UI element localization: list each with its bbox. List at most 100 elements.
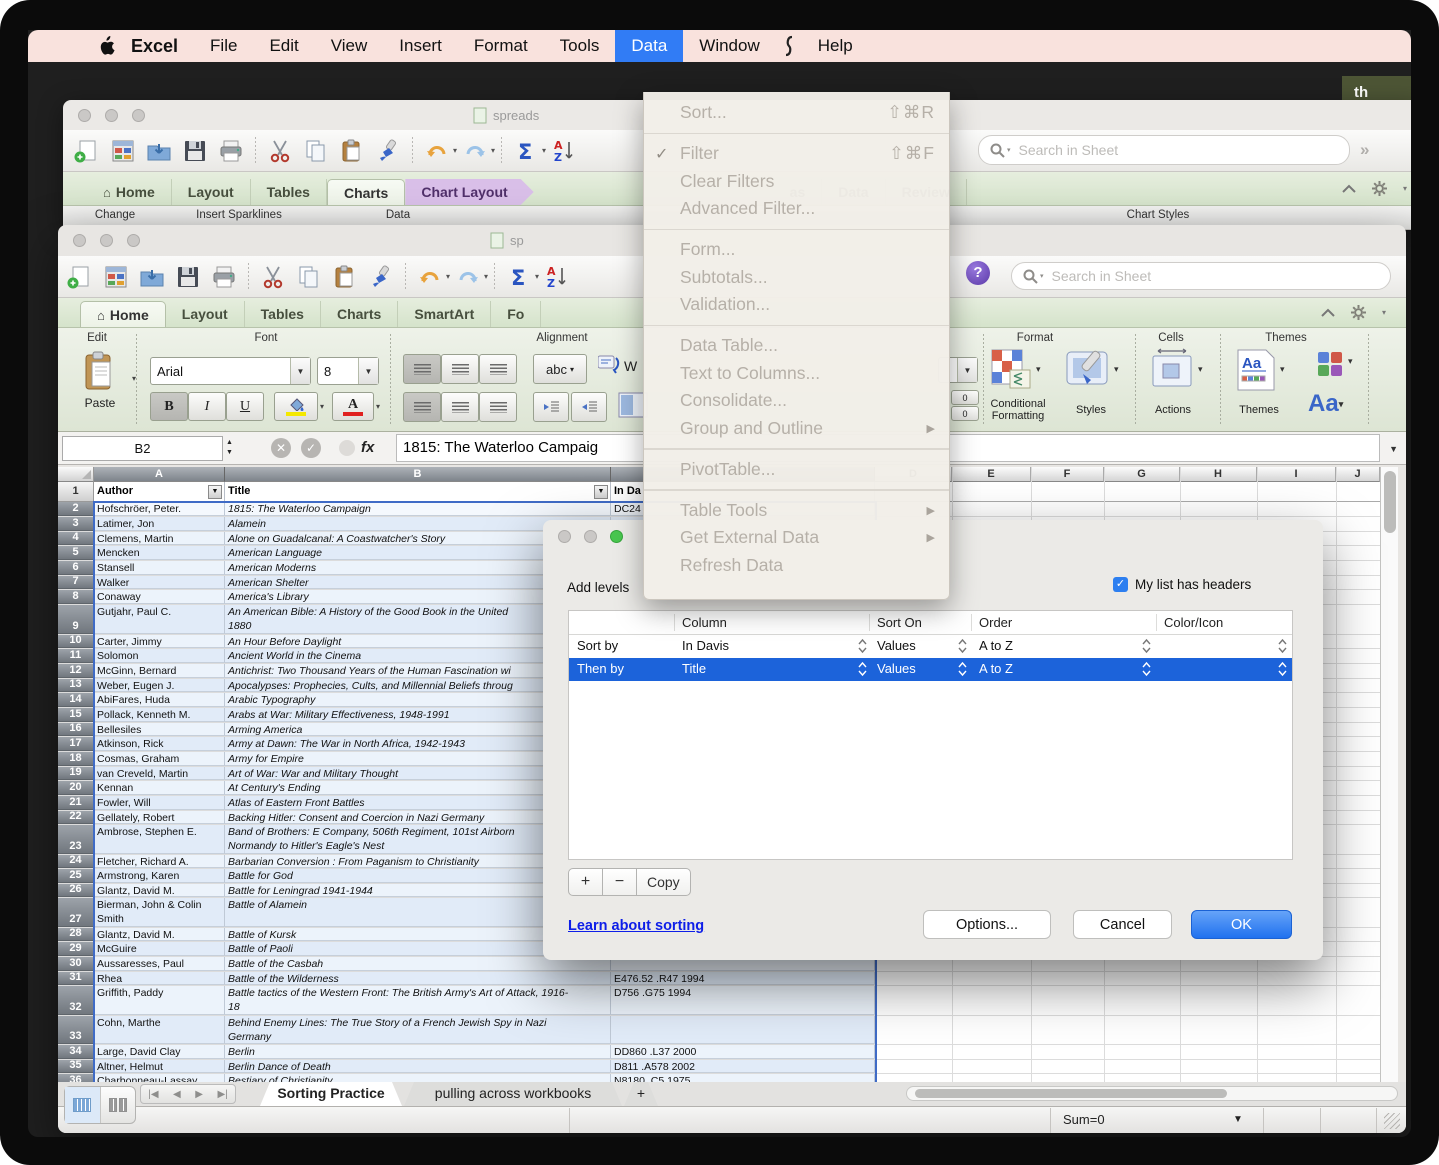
- sort-level-row[interactable]: Then byTitleValuesA to Z: [569, 658, 1292, 681]
- redo-icon[interactable]: [460, 136, 490, 166]
- cell-author[interactable]: Gutjahr, Paul C.: [94, 605, 225, 634]
- row-number[interactable]: 28: [58, 928, 94, 941]
- align-middle-button[interactable]: [441, 354, 479, 384]
- row-number[interactable]: 29: [58, 942, 94, 956]
- row-number[interactable]: 20: [58, 781, 94, 795]
- column-header-j[interactable]: J: [1336, 467, 1380, 482]
- order-select[interactable]: A to Z: [979, 638, 1013, 653]
- status-sum-dropdown-icon[interactable]: ▼: [1233, 1114, 1243, 1125]
- row-number[interactable]: 27: [58, 898, 94, 927]
- align-center-button[interactable]: [441, 392, 479, 422]
- sort-az-icon[interactable]: AZ: [549, 136, 579, 166]
- align-top-button[interactable]: [403, 354, 441, 384]
- actions-button[interactable]: [1150, 348, 1196, 392]
- paste-icon[interactable]: [330, 262, 360, 292]
- menu-item-advanced-filter[interactable]: Advanced Filter...: [644, 195, 949, 223]
- row-number[interactable]: 17: [58, 737, 94, 751]
- print-icon[interactable]: [216, 136, 246, 166]
- cell-author[interactable]: Hofschröer, Peter.: [94, 502, 225, 516]
- collapse-ribbon-icon[interactable]: [1321, 308, 1335, 317]
- paste-dropdown-icon[interactable]: ▾: [132, 374, 136, 383]
- cell-author[interactable]: AbiFares, Huda: [94, 693, 225, 707]
- undo-icon[interactable]: [422, 136, 452, 166]
- tab-home[interactable]: ⌂Home: [80, 301, 166, 327]
- cell-author[interactable]: Mencken: [94, 546, 225, 560]
- row-number[interactable]: 2: [58, 502, 94, 516]
- horizontal-scrollbar[interactable]: [906, 1086, 1398, 1101]
- cell-call-number[interactable]: D756 .G75 1994: [611, 986, 875, 1015]
- cell-title[interactable]: Bestiary of Christianity: [225, 1074, 611, 1082]
- cell-author[interactable]: Conaway: [94, 590, 225, 604]
- row-number[interactable]: 3: [58, 517, 94, 531]
- formula-bar-dropdown-icon[interactable]: ▼: [1389, 444, 1398, 454]
- tab-charts[interactable]: Charts: [327, 179, 405, 205]
- minimize-button[interactable]: [105, 109, 118, 122]
- first-sheet-icon[interactable]: |◀: [148, 1089, 158, 1100]
- cell-author[interactable]: Kennan: [94, 781, 225, 795]
- cell-author[interactable]: Cohn, Marthe: [94, 1016, 225, 1044]
- font-size-select[interactable]: 8▼: [317, 357, 379, 385]
- autosum-dropdown-icon[interactable]: ▾: [542, 146, 546, 155]
- normal-view-button[interactable]: [65, 1087, 101, 1123]
- cell-author[interactable]: Clemens, Martin: [94, 532, 225, 545]
- tab-chart-layout[interactable]: Chart Layout: [405, 179, 533, 205]
- prev-sheet-icon[interactable]: ◀: [173, 1089, 181, 1100]
- font-color-dropdown-icon[interactable]: ▾: [376, 402, 380, 411]
- italic-button[interactable]: I: [188, 392, 226, 421]
- row-number[interactable]: 24: [58, 855, 94, 868]
- ok-button[interactable]: OK: [1191, 910, 1292, 939]
- remove-level-button[interactable]: −: [603, 869, 637, 895]
- cell-title[interactable]: Behind Enemy Lines: The True Story of a …: [225, 1016, 611, 1044]
- cell-author[interactable]: Cosmas, Graham: [94, 752, 225, 766]
- menu-tools[interactable]: Tools: [544, 30, 616, 62]
- themes-dropdown-icon[interactable]: ▾: [1280, 364, 1285, 375]
- row-number[interactable]: 30: [58, 957, 94, 971]
- row-number[interactable]: 25: [58, 869, 94, 883]
- cell-author[interactable]: Gellately, Robert: [94, 811, 225, 824]
- filter-button[interactable]: ▼: [594, 485, 608, 499]
- actions-dropdown-icon[interactable]: ▾: [1198, 364, 1203, 375]
- redo-icon[interactable]: [453, 262, 483, 292]
- column-header-i[interactable]: I: [1257, 467, 1336, 482]
- menu-item-sort[interactable]: Sort...⇧⌘R: [644, 99, 949, 127]
- confirm-entry-icon[interactable]: ✓: [301, 438, 321, 458]
- row-number[interactable]: 36: [58, 1074, 94, 1082]
- stepper-icon[interactable]: [1141, 661, 1152, 677]
- styles-dropdown-icon[interactable]: ▾: [1114, 364, 1119, 375]
- sort-on-select[interactable]: Values: [877, 638, 916, 653]
- themes-button[interactable]: Aa: [1235, 348, 1279, 394]
- autosum-icon[interactable]: Σ: [511, 136, 541, 166]
- gear-icon[interactable]: [1372, 181, 1387, 196]
- cell-author[interactable]: Latimer, Jon: [94, 517, 225, 531]
- cell-author[interactable]: Rhea: [94, 972, 225, 985]
- close-button[interactable]: [73, 234, 86, 247]
- close-button[interactable]: [78, 109, 91, 122]
- checkbox-checked-icon[interactable]: ✓: [1113, 577, 1128, 592]
- paste-button[interactable]: Paste: [72, 350, 128, 412]
- cell-author[interactable]: van Creveld, Martin: [94, 767, 225, 780]
- applescript-icon[interactable]: [776, 30, 802, 62]
- menu-format[interactable]: Format: [458, 30, 544, 62]
- row-number[interactable]: 7: [58, 576, 94, 589]
- fx-label[interactable]: fx: [361, 439, 374, 456]
- stepper-icon[interactable]: [857, 661, 868, 677]
- zoom-button[interactable]: [132, 109, 145, 122]
- order-select[interactable]: A to Z: [979, 661, 1013, 676]
- stepper-icon[interactable]: [1277, 661, 1288, 677]
- row-number[interactable]: 15: [58, 708, 94, 722]
- tab-tables[interactable]: Tables: [245, 301, 321, 327]
- stepper-icon[interactable]: [1277, 638, 1288, 654]
- scrollbar-thumb[interactable]: [915, 1089, 1227, 1098]
- menu-item-refresh-data[interactable]: Refresh Data: [644, 552, 949, 580]
- tab-charts[interactable]: Charts: [321, 301, 398, 327]
- minimize-button[interactable]: [584, 530, 597, 543]
- help-button[interactable]: ?: [966, 261, 990, 285]
- column-header-g[interactable]: G: [1104, 467, 1180, 482]
- zoom-button[interactable]: [610, 530, 623, 543]
- print-icon[interactable]: [209, 262, 239, 292]
- cell-author[interactable]: Griffith, Paddy: [94, 986, 225, 1015]
- align-bottom-button[interactable]: [479, 354, 517, 384]
- menu-item-form[interactable]: Form...: [644, 236, 949, 264]
- header-title[interactable]: Title▼: [225, 482, 611, 502]
- row-number[interactable]: 23: [58, 825, 94, 854]
